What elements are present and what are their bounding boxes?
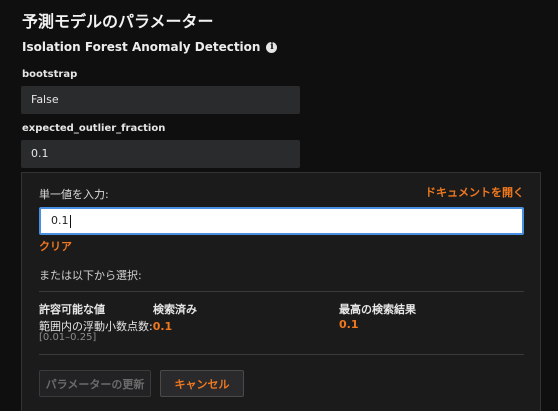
best-result-header: 最高の検索結果 [339, 303, 416, 316]
info-icon[interactable]: i [266, 41, 278, 53]
allowed-values-header: 許容可能な値 [39, 303, 105, 316]
cancel-button[interactable]: キャンセル [160, 370, 244, 397]
param-label-expected-outlier-fraction: expected_outlier_fraction [22, 123, 166, 134]
divider [39, 354, 524, 355]
page-title: 予測モデルのパラメーター [22, 12, 214, 31]
text-caret [69, 214, 71, 228]
param-edit-panel: 単一値を入力: ドキュメントを開く 0.1 クリア または以下から選択: 許容可… [21, 172, 541, 411]
single-value-input[interactable]: 0.1 [39, 207, 524, 235]
param-label-bootstrap: bootstrap [22, 69, 78, 80]
single-value-input-text: 0.1 [51, 214, 69, 227]
or-select-label: または以下から選択: [39, 269, 142, 282]
open-docs-link[interactable]: ドキュメントを開く [425, 184, 524, 200]
param-value-bootstrap[interactable]: False [21, 86, 300, 114]
single-value-label: 単一値を入力: [39, 188, 109, 201]
model-subtitle: Isolation Forest Anomaly Detection i [22, 40, 278, 54]
param-value-expected-outlier-fraction[interactable]: 0.1 [21, 140, 300, 168]
clear-link[interactable]: クリア [39, 238, 72, 254]
update-parameters-button[interactable]: パラメーターの更新 [39, 370, 151, 397]
searched-value[interactable]: 0.1 [153, 320, 173, 333]
divider [39, 291, 524, 292]
model-name: Isolation Forest Anomaly Detection [22, 40, 261, 54]
allowed-range: [0.01–0.25] [39, 332, 97, 343]
best-result-value[interactable]: 0.1 [339, 318, 359, 331]
searched-header: 検索済み [153, 303, 197, 316]
